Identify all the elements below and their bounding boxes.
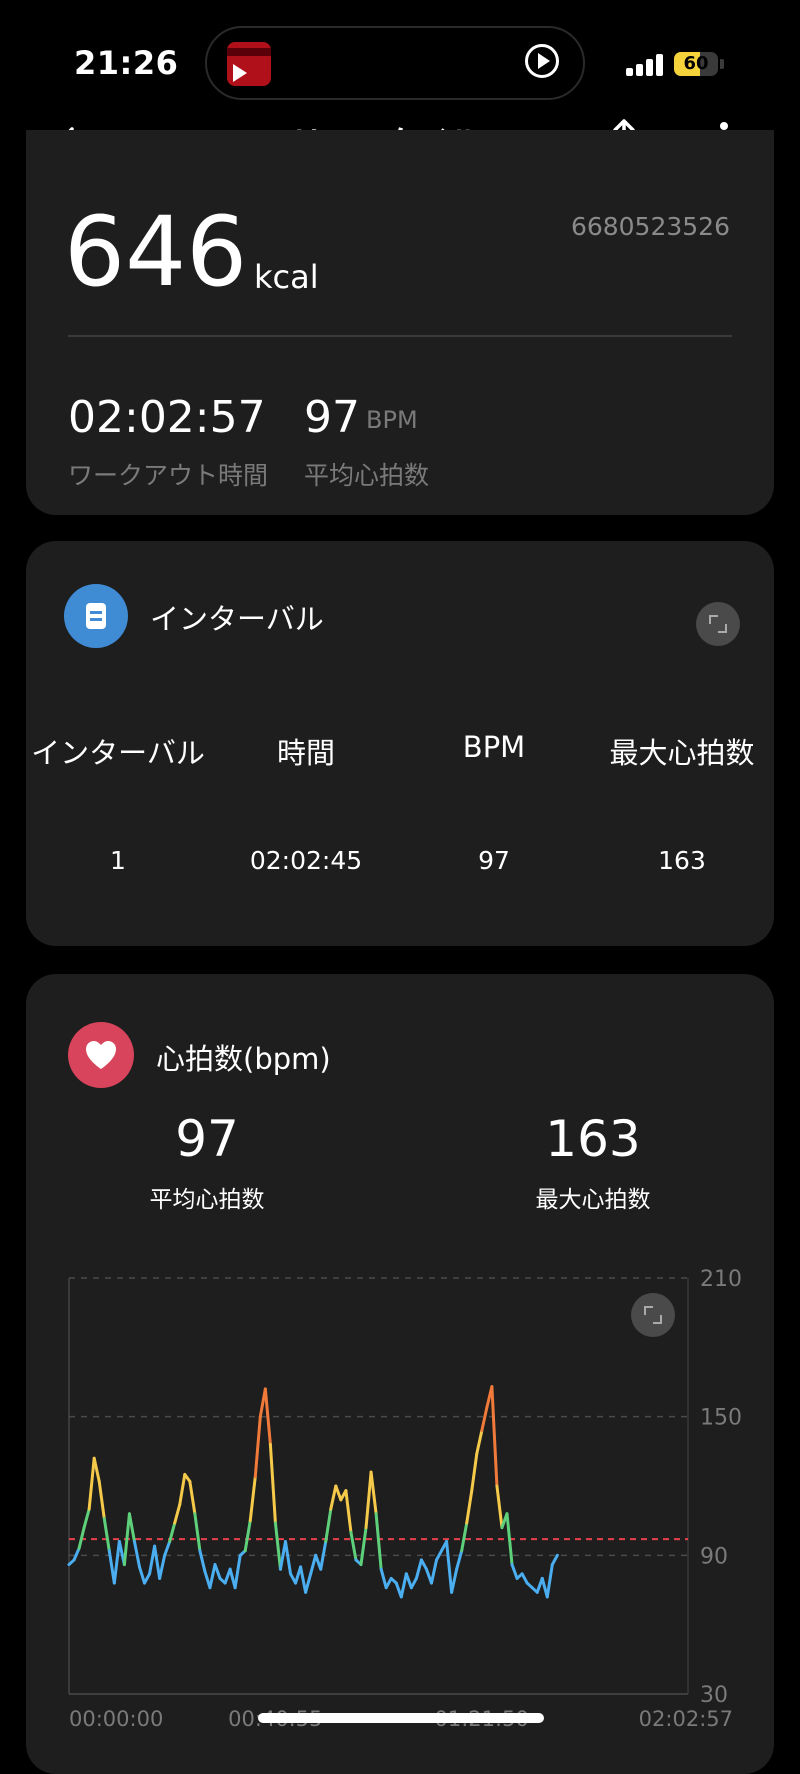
chart-line-segment	[369, 1470, 378, 1516]
chart-line-segment	[520, 1572, 529, 1585]
chart-line-segment	[213, 1563, 222, 1580]
chart-line-segment	[465, 1489, 474, 1525]
chart-x-tick-label: 02:02:57	[639, 1707, 733, 1731]
chart-line-segment	[87, 1456, 96, 1511]
chart-line-segment	[409, 1576, 418, 1590]
chart-line-segment	[419, 1558, 428, 1571]
chart-line-segment	[329, 1484, 338, 1511]
chart-line-segment	[304, 1572, 313, 1594]
chart-line-segment	[72, 1546, 81, 1562]
chart-line-segment	[429, 1558, 439, 1585]
chart-line-segment	[92, 1456, 101, 1483]
chart-line-segment	[445, 1539, 454, 1594]
chart-line-segment	[82, 1507, 91, 1530]
chart-line-segment	[137, 1565, 147, 1585]
chart-line-segment	[334, 1484, 343, 1502]
chart-y-tick-label: 30	[700, 1683, 728, 1708]
chart-y-tick-label: 210	[700, 1267, 742, 1292]
chart-line-segment	[455, 1549, 464, 1571]
chart-line-segment	[173, 1502, 182, 1525]
chart-line-segment	[414, 1558, 423, 1580]
chart-line-segment	[460, 1521, 469, 1553]
chart-y-tick-label: 90	[700, 1544, 728, 1569]
chart-line-segment	[188, 1479, 197, 1516]
chart-line-segment	[253, 1415, 262, 1479]
chart-line-segment	[435, 1549, 444, 1562]
chart-line-segment	[208, 1563, 217, 1590]
chart-line-segment	[495, 1484, 504, 1530]
chart-line-segment	[158, 1553, 167, 1580]
chart-line-segment	[233, 1553, 242, 1590]
chart-line-segment	[248, 1475, 257, 1523]
chart-line-segment	[349, 1530, 358, 1562]
chart-line-segment	[127, 1512, 136, 1543]
chart-line-segment	[77, 1526, 86, 1550]
chart-y-tick-label: 150	[700, 1406, 742, 1431]
chart-line-segment	[399, 1572, 408, 1599]
chart-line-segment	[273, 1521, 282, 1571]
chart-line-segment	[178, 1472, 187, 1506]
chart-line-segment	[283, 1539, 293, 1576]
chart-line-segment	[299, 1565, 308, 1594]
chart-line-segment	[404, 1572, 413, 1590]
chart-line-segment	[344, 1489, 353, 1534]
chart-line-segment	[510, 1563, 519, 1580]
chart-line-segment	[490, 1385, 499, 1488]
chart-line-segment	[112, 1539, 121, 1585]
chart-expand-icon[interactable]	[631, 1293, 675, 1337]
home-indicator[interactable]	[258, 1713, 544, 1723]
chart-line-segment	[359, 1526, 368, 1567]
chart-x-tick-label: 00:00:00	[69, 1707, 163, 1731]
chart-line-segment	[379, 1567, 388, 1590]
chart-line-segment	[268, 1442, 277, 1525]
chart-line-segment	[198, 1549, 207, 1574]
chart-line-segment	[475, 1429, 484, 1456]
chart-line-segment	[132, 1539, 141, 1569]
chart-line-segment	[153, 1544, 162, 1580]
chart-line-segment	[243, 1519, 252, 1553]
chart-line-segment	[193, 1512, 202, 1553]
chart-line-segment	[450, 1567, 459, 1594]
chart-line-segment	[384, 1576, 393, 1590]
chart-line-segment	[545, 1563, 554, 1599]
chart-line-segment	[309, 1553, 318, 1576]
chart-line-segment	[550, 1553, 559, 1567]
heart-rate-chart: 210150903000:00:0000:40:5501:21:5002:02:…	[67, 1267, 742, 1731]
chart-line-segment	[364, 1470, 373, 1530]
chart-line-segment	[480, 1405, 489, 1433]
chart-line-segment	[470, 1452, 479, 1493]
chart-line-segment	[163, 1539, 172, 1557]
chart-line-segment	[374, 1512, 383, 1571]
chart-line-segment	[102, 1516, 111, 1553]
chart-line-segment	[324, 1507, 333, 1543]
chart-line-segment	[97, 1479, 106, 1520]
chart-line-segment	[143, 1572, 152, 1585]
